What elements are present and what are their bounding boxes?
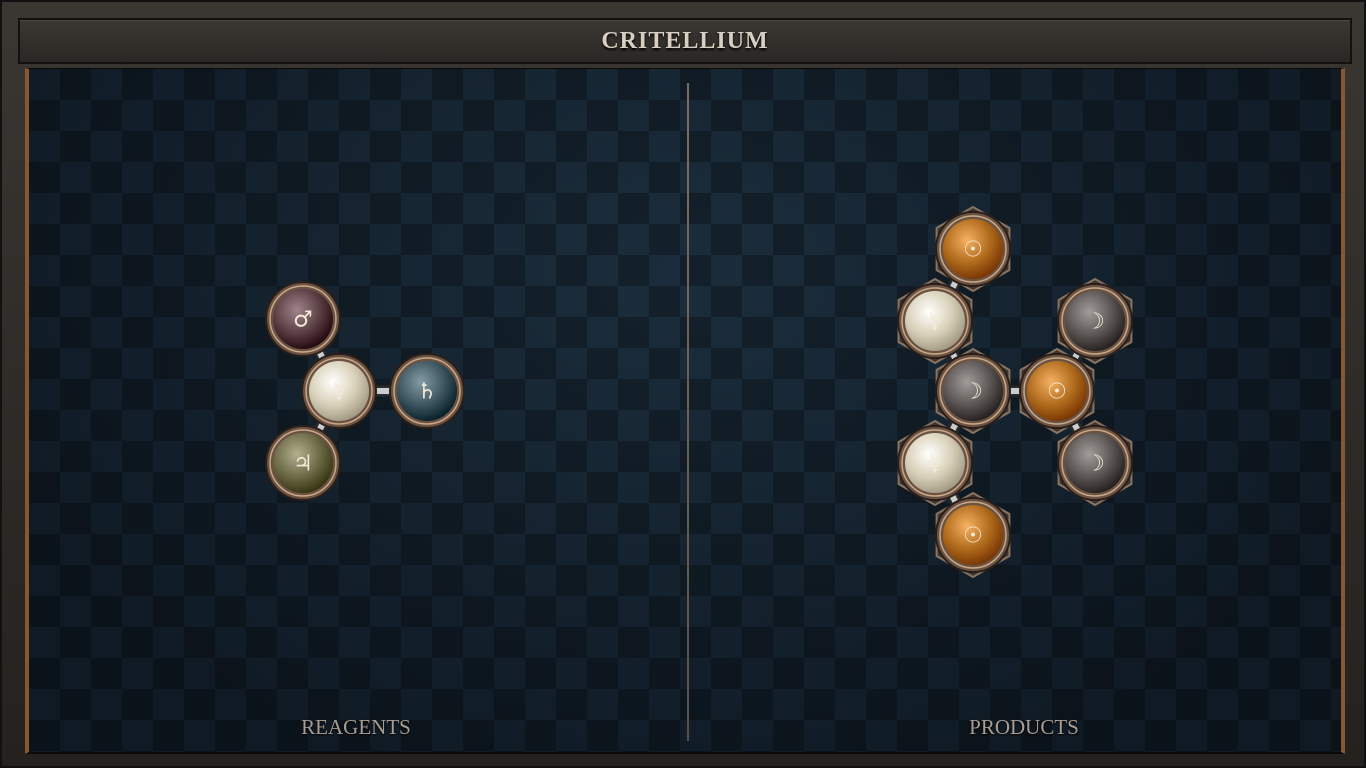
gold-symbol-icon: ☉: [963, 238, 983, 263]
atom-gold[interactable]: ☉: [935, 211, 1011, 287]
atom-silver[interactable]: ☽: [1057, 425, 1133, 501]
atom-gold[interactable]: ☉: [1019, 353, 1095, 429]
window-frame: CRITELLIUM ♂ ☿ ♄ ♃ ☉ ☿ ☽ ☿ ☉ ☽ ☉ ☽ REAGENTS PRODUC…: [0, 0, 1366, 768]
quicksilver-symbol-icon: ☿: [928, 310, 942, 335]
page-title: CRITELLIUM: [601, 27, 769, 54]
gold-symbol-icon: ☉: [1047, 380, 1067, 405]
gold-symbol-icon: ☉: [963, 524, 983, 549]
quicksilver-symbol-icon: ☿: [928, 452, 942, 477]
reagents-label: REAGENTS: [301, 715, 411, 739]
silver-symbol-icon: ☽: [1085, 452, 1105, 477]
products-label: PRODUCTS: [969, 715, 1079, 739]
atom-quicksilver[interactable]: ☿: [897, 283, 973, 359]
silver-symbol-icon: ☽: [963, 380, 983, 405]
atom-silver[interactable]: ☽: [1057, 283, 1133, 359]
atom-silver[interactable]: ☽: [935, 353, 1011, 429]
title-bar: CRITELLIUM: [18, 18, 1352, 64]
silver-symbol-icon: ☽: [1085, 310, 1105, 335]
molecule-board: ♂ ☿ ♄ ♃ ☉ ☿ ☽ ☿ ☉ ☽ ☉ ☽ REAGENTS PRODUCTS: [25, 68, 1345, 754]
atom-quicksilver[interactable]: ☿: [897, 425, 973, 501]
products-molecule: ☉ ☿ ☽ ☿ ☉ ☽ ☉ ☽: [897, 205, 1133, 579]
atom-gold[interactable]: ☉: [935, 497, 1011, 573]
